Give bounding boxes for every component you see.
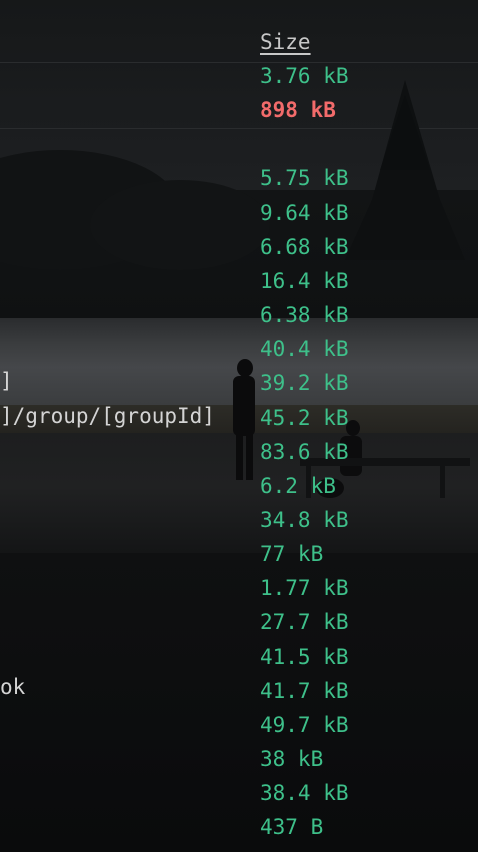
size-value: 34.8 kB xyxy=(260,507,349,532)
size-value: 77 kB xyxy=(260,542,324,567)
size-value: 1.77 kB xyxy=(260,576,349,601)
size-value: 83.6 kB xyxy=(260,439,349,464)
size-value: 49.7 kB xyxy=(260,712,349,737)
size-value: 898 kB xyxy=(260,98,336,123)
size-value: 41.7 kB xyxy=(260,678,349,703)
route-fragment: ] xyxy=(0,369,13,393)
route-fragment: ]/group/[groupId] xyxy=(0,404,215,428)
size-value: 40.4 kB xyxy=(260,337,349,362)
size-value: 41.5 kB xyxy=(260,644,349,669)
route-fragment: ok xyxy=(0,675,26,699)
size-value: 6.68 kB xyxy=(260,234,349,259)
size-column-header: Size xyxy=(260,30,311,54)
size-value: 5.75 kB xyxy=(260,166,349,191)
size-value: 437 B xyxy=(260,815,324,840)
size-value: 3.76 kB xyxy=(260,64,349,88)
size-value: 27.7 kB xyxy=(260,610,349,635)
size-value: 16.4 kB xyxy=(260,268,349,293)
size-value: 6.2 kB xyxy=(260,473,336,498)
size-value: 9.64 kB xyxy=(260,200,349,225)
size-value: 6.38 kB xyxy=(260,303,349,328)
size-value: 39.2 kB xyxy=(260,371,349,396)
terminal-output: Size 3.76 kB 898 kB 5.75 kB 9.64 kB 6.68 kB 1… xyxy=(0,0,478,852)
size-value: 38.4 kB xyxy=(260,781,349,806)
size-value: 45.2 kB xyxy=(260,405,349,430)
size-value: 38 kB xyxy=(260,747,324,771)
